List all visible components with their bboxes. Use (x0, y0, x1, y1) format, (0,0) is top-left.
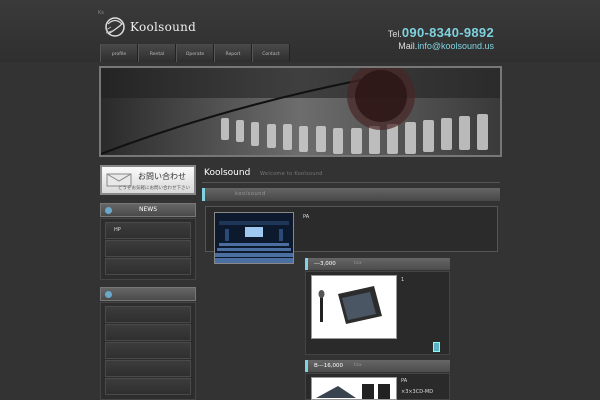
bullet-icon (105, 207, 112, 214)
nav-contact[interactable]: Contact (252, 44, 290, 62)
product-tax: tax (354, 261, 363, 266)
title-divider (202, 182, 500, 183)
news-list: HP (100, 218, 196, 280)
list-item[interactable] (105, 306, 191, 323)
section-label: koolsound (235, 191, 266, 197)
logo-text: Koolsound (130, 20, 197, 34)
logo-swirl-icon (105, 17, 125, 37)
list-item[interactable] (105, 324, 191, 341)
tel-number[interactable]: 090-8340-9892 (402, 25, 494, 40)
product-detail-button[interactable] (433, 342, 440, 352)
pa-set-image (312, 378, 396, 399)
hero-image (99, 66, 502, 157)
product-note-2: ×3×3CD-MD (401, 389, 434, 395)
product-note: PA (401, 378, 408, 384)
contact-banner[interactable]: お問い合わせ どうぞお気軽にお問い合わせ下さい (100, 165, 196, 195)
page-title: Koolsound (204, 168, 251, 178)
nav-profile[interactable]: profile (100, 44, 138, 62)
intro-text: PA (303, 214, 310, 220)
product-header: ---3,000 tax (305, 258, 450, 270)
news-item[interactable]: HP (105, 222, 191, 239)
banner-subtitle: どうぞお気軽にお問い合わせ下さい (118, 186, 190, 191)
nav-rental[interactable]: Rental (138, 44, 176, 62)
mail-address[interactable]: info@koolsound.us (417, 41, 494, 51)
mail-line: Mail.info@koolsound.us (388, 41, 494, 52)
tel-line: Tel.090-8340-9892 (388, 26, 494, 41)
amp-image (312, 276, 396, 338)
sidebar-box2-header (100, 287, 196, 301)
news-item[interactable] (105, 258, 191, 275)
header-band (0, 0, 600, 62)
site-logo[interactable]: Ks Koolsound (98, 10, 210, 42)
news-header: NEWS (100, 203, 196, 217)
list-item[interactable] (105, 360, 191, 377)
amp-product-photo[interactable] (311, 275, 397, 339)
nav-report[interactable]: Report (214, 44, 252, 62)
sidebar-box2-list (100, 302, 196, 400)
bullet-icon (105, 291, 112, 298)
pa-product-photo[interactable] (311, 377, 397, 400)
concert-hall-image (215, 213, 293, 263)
nav-operate[interactable]: Operate (176, 44, 214, 62)
news-title: NEWS (139, 206, 158, 213)
mail-label: Mail. (398, 41, 418, 51)
tel-label: Tel. (387, 29, 402, 39)
list-item[interactable] (105, 342, 191, 359)
product-header: B---16,000 tax (305, 360, 450, 372)
mixing-console-photo (101, 68, 500, 155)
product-tax: tax (354, 363, 363, 368)
product-price: B---16,000 (314, 363, 343, 369)
section-bar: koolsound (202, 188, 500, 201)
news-item[interactable] (105, 240, 191, 257)
product-price: ---3,000 (314, 261, 336, 267)
page-subtitle: Welcome to Koolsound (260, 171, 323, 177)
main-nav: profile Rental Operate Report Contact (100, 44, 290, 62)
banner-title: お問い合わせ (138, 172, 186, 181)
list-item[interactable] (105, 378, 191, 395)
contact-info: Tel.090-8340-9892 Mail.info@koolsound.us (388, 26, 494, 52)
concert-hall-photo[interactable] (214, 212, 294, 264)
product-note: 1 (401, 277, 405, 283)
